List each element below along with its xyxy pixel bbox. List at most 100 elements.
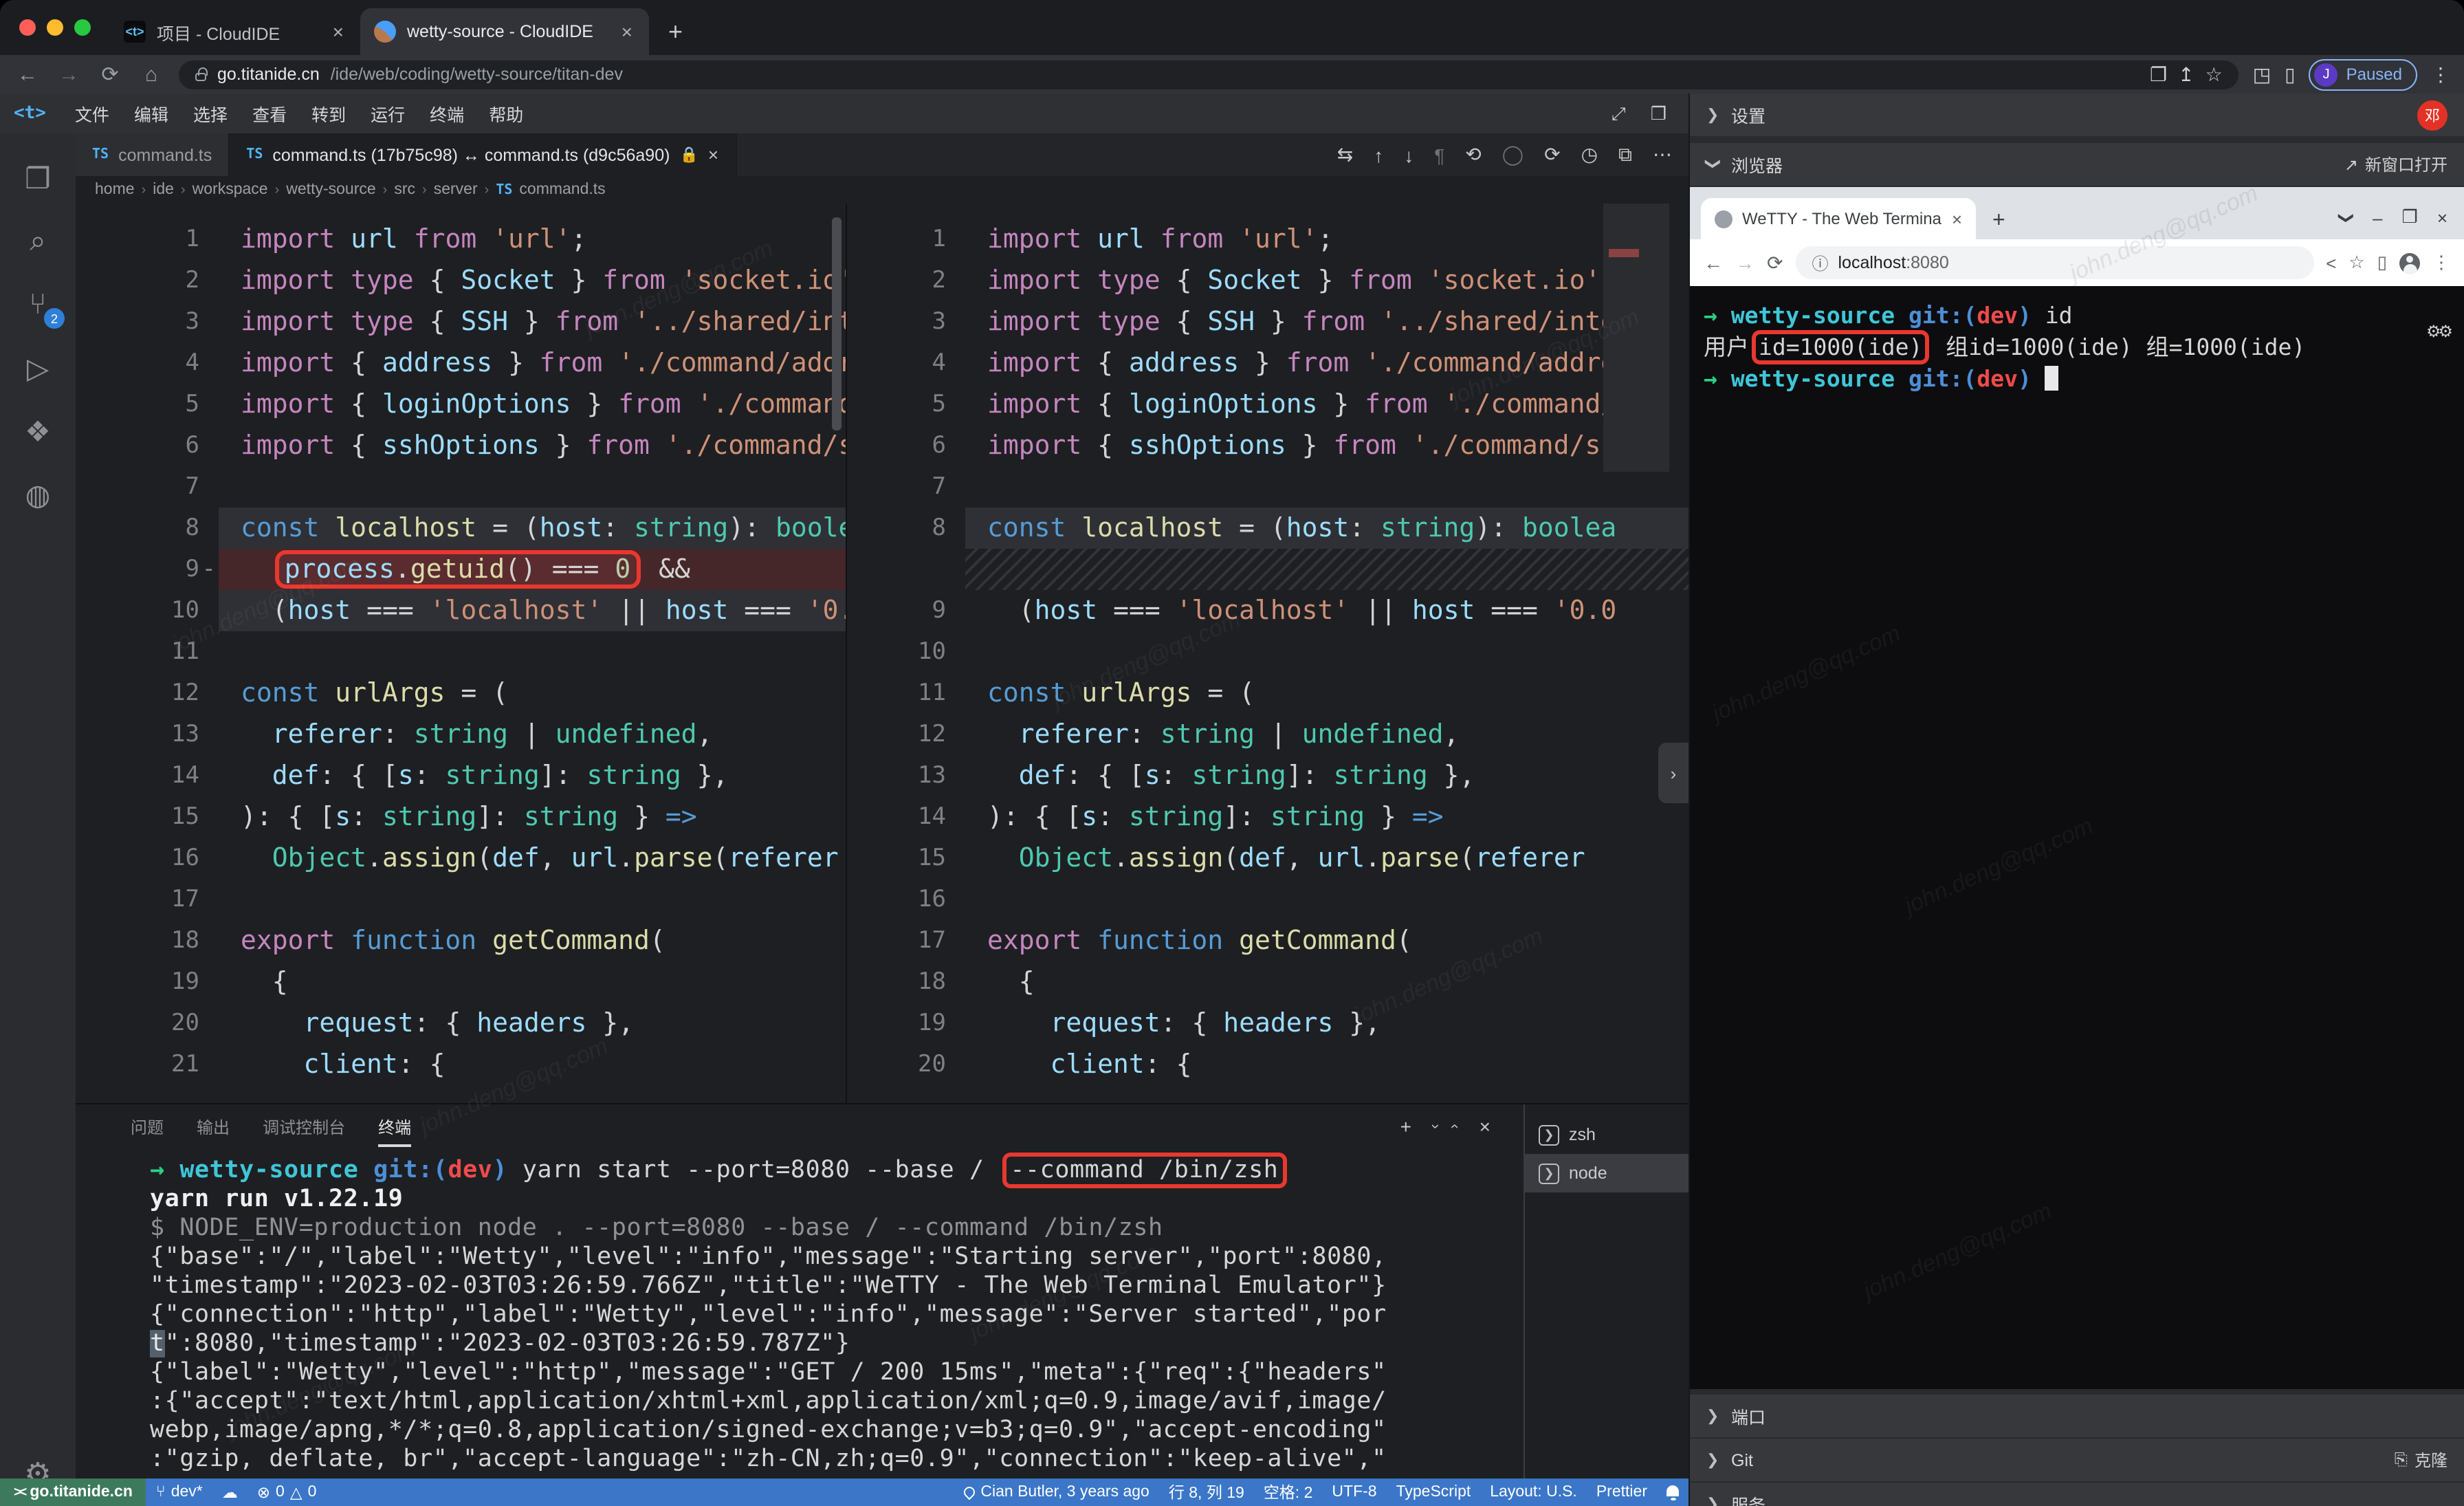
user-avatar[interactable]: 邓: [2417, 100, 2448, 130]
cursor-position[interactable]: 行 8, 列 19: [1159, 1478, 1254, 1506]
diff-editor[interactable]: 1import url from 'url';2import type { So…: [76, 204, 1688, 1103]
formatter-indicator[interactable]: Prettier: [1587, 1478, 1657, 1506]
code-line[interactable]: 6import { sshOptions } from './command/s…: [76, 425, 846, 466]
diff-original-pane[interactable]: 1import url from 'url';2import type { So…: [76, 204, 847, 1103]
code-line[interactable]: 4import { address } from './command/addr…: [847, 342, 1688, 384]
expand-right-panel-button[interactable]: ›: [1658, 743, 1688, 803]
settings-section-header[interactable]: ❯ 设置 邓: [1690, 94, 2464, 138]
close-tab-icon[interactable]: ×: [1952, 208, 1962, 229]
code-line[interactable]: 2import type { Socket } from 'socket.io'…: [76, 260, 846, 301]
code-line[interactable]: 16: [847, 879, 1688, 920]
maximize-panel-chevron-icon[interactable]: ›: [1446, 1124, 1468, 1128]
breadcrumb-item[interactable]: wetty-source: [286, 182, 375, 198]
code-line[interactable]: 11: [76, 631, 846, 673]
side-panel-icon[interactable]: ▯: [2285, 63, 2295, 86]
zoom-window-button[interactable]: [74, 19, 91, 36]
blame-indicator[interactable]: Cian Butler, 3 years ago: [954, 1478, 1159, 1506]
share-icon[interactable]: <: [2326, 252, 2336, 273]
menu-kebab-icon[interactable]: ⋮: [2432, 252, 2450, 274]
code-line[interactable]: 14 def: { [s: string]: string },: [76, 755, 846, 796]
code-line[interactable]: 4import { address } from './command/addr…: [76, 342, 846, 384]
code-line[interactable]: 13 referer: string | undefined,: [76, 714, 846, 755]
breadcrumb-item[interactable]: ide: [153, 182, 174, 198]
code-line[interactable]: 3import type { SSH } from '../shared/int…: [847, 301, 1688, 342]
menu-item-运行[interactable]: 运行: [358, 96, 417, 131]
code-line[interactable]: 20 request: { headers },: [76, 1003, 846, 1044]
code-line[interactable]: 7: [76, 466, 846, 508]
minimap[interactable]: [1603, 204, 1669, 472]
close-tab-icon[interactable]: ×: [330, 21, 346, 43]
code-line[interactable]: 11const urlArgs = (: [847, 673, 1688, 714]
sync-changes-button[interactable]: ☁: [212, 1478, 248, 1506]
breadcrumb-item[interactable]: home: [95, 182, 135, 198]
close-panel-icon[interactable]: ×: [1480, 1115, 1490, 1137]
timeline-history-icon[interactable]: ◷: [1581, 143, 1598, 166]
browser-tab-project[interactable]: <t> 项目 - CloudIDE ×: [110, 8, 360, 55]
forward-icon[interactable]: →: [55, 63, 82, 86]
code-line[interactable]: 20 client: {: [847, 1044, 1688, 1085]
back-icon[interactable]: ←: [1704, 252, 1723, 274]
new-tab-button[interactable]: +: [649, 18, 702, 55]
open-in-new-window-button[interactable]: ↗ 新窗口打开: [2344, 153, 2448, 176]
revert-change-icon[interactable]: ⟲: [1465, 143, 1481, 166]
menu-item-编辑[interactable]: 编辑: [122, 96, 181, 131]
terminal[interactable]: → wetty-source git:(dev) yarn start --po…: [76, 1148, 1524, 1506]
code-line[interactable]: 18export function getCommand(: [76, 920, 846, 961]
keyboard-layout[interactable]: Layout: U.S.: [1480, 1478, 1587, 1506]
address-bar[interactable]: go.titanide.cn/ide/web/coding/wetty-sour…: [179, 60, 2239, 89]
editor-tab-command-ts[interactable]: TS command.ts: [76, 133, 230, 176]
ports-section-header[interactable]: ❯ 端口: [1690, 1395, 2464, 1439]
reload-icon[interactable]: ⟳: [1767, 251, 1783, 274]
code-line[interactable]: 13 def: { [s: string]: string },: [847, 755, 1688, 796]
code-line[interactable]: 19 {: [76, 961, 846, 1003]
code-line[interactable]: 17export function getCommand(: [847, 920, 1688, 961]
info-icon[interactable]: ⓘ: [1812, 251, 1828, 274]
terminal-process-zsh[interactable]: ❯zsh: [1525, 1115, 1688, 1154]
window-controls[interactable]: [16, 0, 110, 55]
search-icon[interactable]: ⌕: [0, 210, 76, 274]
clipboard-icon[interactable]: ❐: [2150, 63, 2167, 86]
diff-modified-pane[interactable]: 1import url from 'url';2import type { So…: [847, 204, 1688, 1103]
code-line[interactable]: 12 referer: string | undefined,: [847, 714, 1688, 755]
more-actions-icon[interactable]: ⋯: [1653, 143, 1672, 166]
bookmark-star-icon[interactable]: ☆: [2206, 63, 2223, 86]
close-window-button[interactable]: [19, 19, 36, 36]
breadcrumb-item[interactable]: server: [434, 182, 478, 198]
source-control-icon[interactable]: ⑂2: [0, 274, 76, 337]
code-line[interactable]: 9- process.getuid() === 0 &&: [76, 549, 846, 590]
breadcrumb-item[interactable]: src: [394, 182, 415, 198]
code-line[interactable]: 19 request: { headers },: [847, 1003, 1688, 1044]
panel-tab-问题[interactable]: 问题: [117, 1106, 177, 1146]
code-line[interactable]: 8const localhost = (host: string): boole…: [847, 508, 1688, 549]
browser-section-header[interactable]: ❯ 浏览器 ↗ 新窗口打开: [1690, 143, 2464, 187]
explorer-icon[interactable]: ❐: [0, 147, 76, 210]
code-line[interactable]: 5import { loginOptions } from './command…: [847, 384, 1688, 425]
side-panel-icon[interactable]: ▯: [2377, 252, 2387, 274]
breadcrumb[interactable]: home›ide›workspace›wetty-source›src›serv…: [76, 176, 1688, 204]
indentation-indicator[interactable]: 空格: 2: [1254, 1478, 1323, 1506]
language-mode[interactable]: TypeScript: [1387, 1478, 1481, 1506]
notifications-bell-icon[interactable]: [1657, 1478, 1688, 1506]
code-line[interactable]: 16 Object.assign(def, url.parse(referer: [76, 838, 846, 879]
close-tab-icon[interactable]: ×: [708, 144, 718, 165]
code-line[interactable]: 7: [847, 466, 1688, 508]
run-debug-icon[interactable]: ▷: [0, 337, 76, 400]
code-line[interactable]: 1import url from 'url';: [847, 219, 1688, 260]
embedded-address-bar[interactable]: ⓘ localhost:8080: [1795, 246, 2313, 279]
menu-item-查看[interactable]: 查看: [240, 96, 299, 131]
next-icon[interactable]: ↓: [1404, 144, 1414, 166]
breadcrumb-file[interactable]: command.ts: [519, 182, 605, 198]
restore-layout-icon[interactable]: ❒: [1640, 102, 1678, 124]
restore-icon[interactable]: ❐: [2402, 206, 2418, 228]
panel-tab-调试控制台[interactable]: 调试控制台: [249, 1106, 359, 1146]
forward-icon[interactable]: →: [1735, 252, 1754, 274]
menu-item-选择[interactable]: 选择: [181, 96, 240, 131]
panel-tab-终端[interactable]: 终端: [364, 1106, 425, 1146]
open-changes-icon[interactable]: ⇆: [1337, 143, 1353, 166]
profile-chip[interactable]: J Paused: [2309, 58, 2417, 90]
browser-menu-kebab-icon[interactable]: ⋮: [2431, 63, 2450, 86]
code-line[interactable]: 10: [847, 631, 1688, 673]
editor-tab-diff[interactable]: TS command.ts (17b75c98) ↔ command.ts (d…: [230, 133, 736, 176]
embedded-browser-tab[interactable]: WeTTY - The Web Terminal E ×: [1701, 198, 1976, 239]
reload-icon[interactable]: ⟳: [96, 62, 124, 87]
